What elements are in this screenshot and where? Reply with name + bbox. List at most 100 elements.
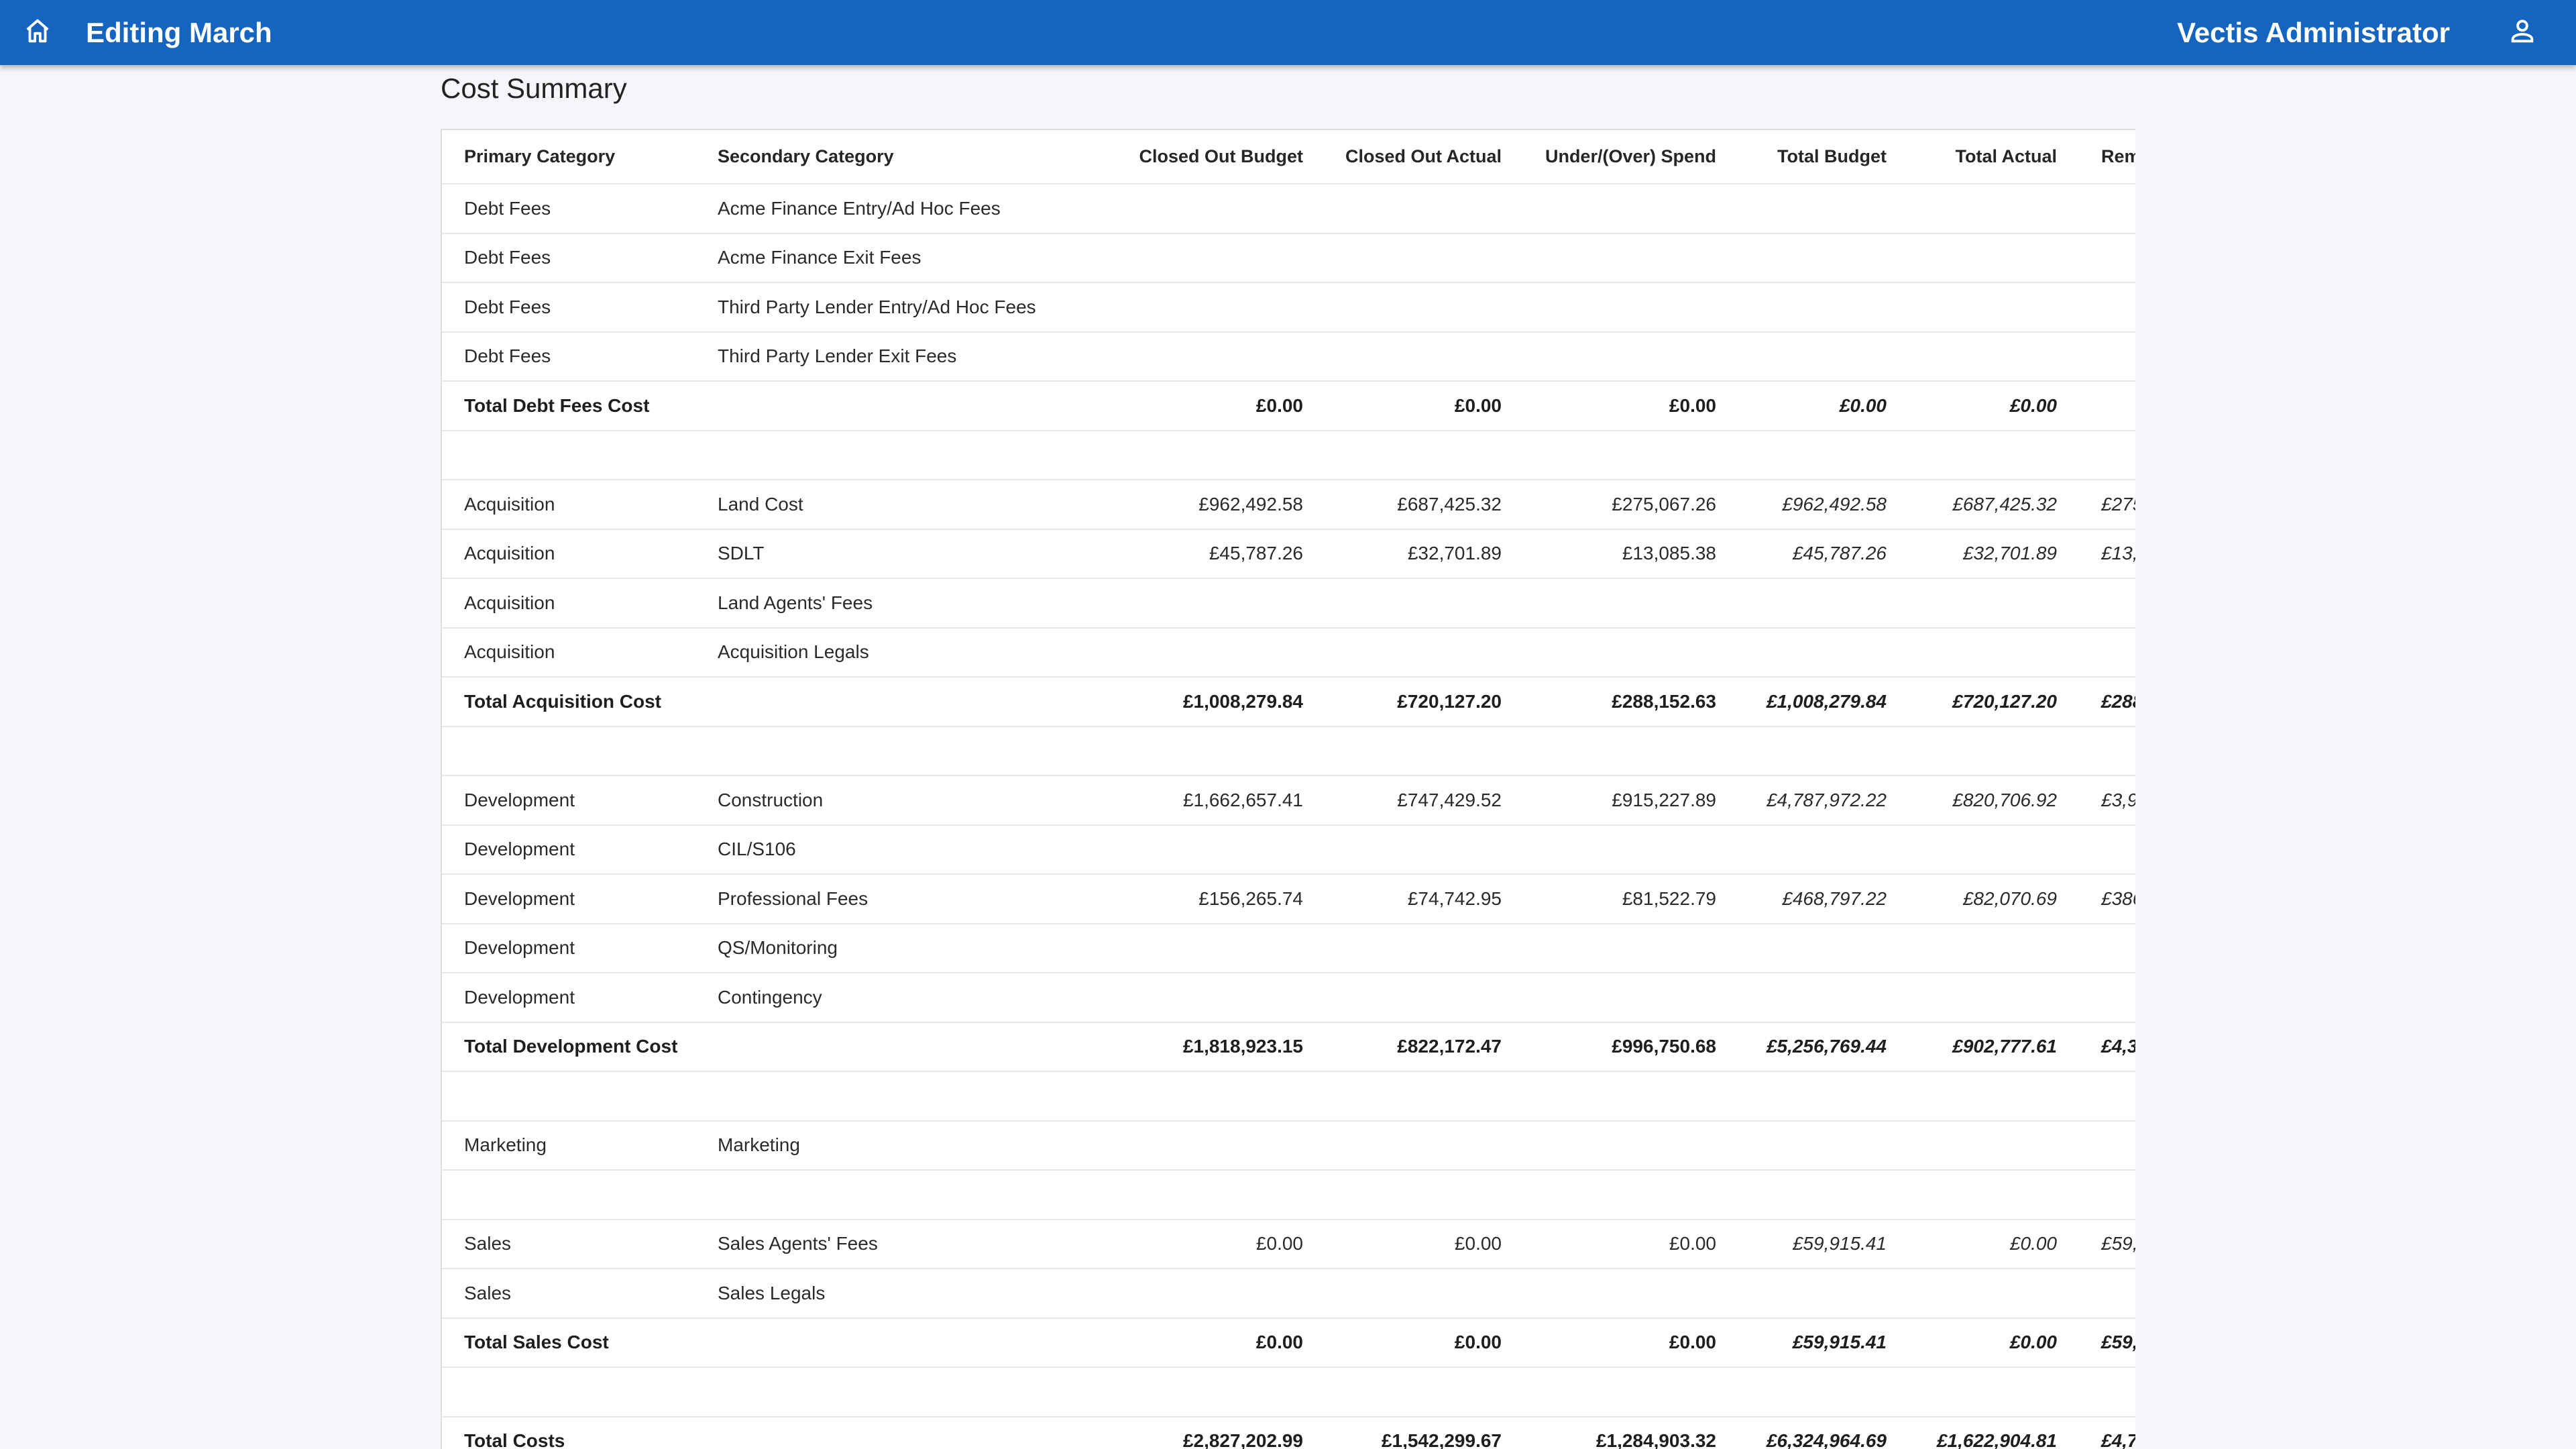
remaining-cell (2057, 331, 2135, 382)
primary-category-cell: Acquisition (442, 627, 695, 678)
total-actual-cell (1887, 923, 2057, 973)
column-header-closed-out-actual[interactable]: Closed Out Actual (1303, 130, 1502, 184)
under-over-spend-cell (1502, 1120, 1716, 1171)
secondary-category-cell (695, 430, 1066, 480)
total-actual-cell (1887, 627, 2057, 678)
secondary-category-cell (695, 1071, 1066, 1122)
total-actual-cell (1887, 973, 2057, 1023)
remaining-cell (2057, 973, 2135, 1023)
home-icon (22, 15, 53, 50)
secondary-category-cell: QS/Monitoring (695, 923, 1066, 973)
table-row: Acquisition Acquisition Legals (442, 627, 2135, 678)
total-actual-cell: £32,701.89 (1887, 529, 2057, 579)
total-budget-cell: £1,008,279.84 (1716, 677, 1887, 727)
secondary-category-cell: Land Agents' Fees (695, 578, 1066, 629)
table-total-row: Total Sales Cost £0.00 £0.00 £0.00 £59,915.4… (442, 1318, 2135, 1368)
total-actual-cell (1887, 1170, 2057, 1220)
closed-out-budget-cell (1066, 1367, 1303, 1417)
primary-category-cell (442, 430, 695, 480)
column-header-remaining[interactable]: Remaining (2057, 130, 2135, 184)
total-budget-cell: £59,915.41 (1716, 1318, 1887, 1368)
closed-out-budget-cell (1066, 578, 1303, 629)
cost-summary-table-card[interactable]: Primary Category Secondary Category Clos… (441, 129, 2135, 1449)
total-actual-cell: £687,425.32 (1887, 480, 2057, 530)
total-actual-cell (1887, 1071, 2057, 1122)
page-title: Editing March (86, 17, 272, 48)
total-budget-cell (1716, 331, 1887, 382)
secondary-category-cell (695, 1022, 1066, 1072)
secondary-category-cell: Professional Fees (695, 874, 1066, 924)
primary-category-cell: Acquisition (442, 578, 695, 629)
closed-out-actual-cell: £74,742.95 (1303, 874, 1502, 924)
cost-summary-table: Primary Category Secondary Category Clos… (442, 130, 2135, 1449)
closed-out-actual-cell: £720,127.20 (1303, 677, 1502, 727)
total-actual-cell (1887, 1269, 2057, 1319)
table-row: Acquisition Land Cost £962,492.58 £687,425.… (442, 480, 2135, 530)
closed-out-actual-cell: £0.00 (1303, 1219, 1502, 1269)
closed-out-actual-cell: £0.00 (1303, 1318, 1502, 1368)
remaining-cell: £59,9 (2057, 1219, 2135, 1269)
remaining-cell (2057, 430, 2135, 480)
remaining-cell (2057, 1170, 2135, 1220)
person-icon (2507, 15, 2538, 50)
closed-out-actual-cell (1303, 1071, 1502, 1122)
closed-out-actual-cell: £747,429.52 (1303, 775, 1502, 826)
closed-out-budget-cell (1066, 726, 1303, 776)
total-actual-cell (1887, 282, 2057, 333)
primary-category-cell (442, 1367, 695, 1417)
column-header-closed-out-budget[interactable]: Closed Out Budget (1066, 130, 1303, 184)
remaining-cell (2057, 1367, 2135, 1417)
table-total-row: Total Development Cost £1,818,923.15 £822,… (442, 1022, 2135, 1072)
account-button[interactable] (2504, 13, 2541, 51)
total-budget-cell (1716, 726, 1887, 776)
closed-out-budget-cell (1066, 1170, 1303, 1220)
closed-out-actual-cell: £687,425.32 (1303, 480, 1502, 530)
total-budget-cell: £0.00 (1716, 381, 1887, 431)
under-over-spend-cell: £275,067.26 (1502, 480, 1716, 530)
column-header-primary-category[interactable]: Primary Category (442, 130, 695, 184)
total-budget-cell: £6,324,964.69 (1716, 1416, 1887, 1449)
table-spacer-row (442, 1071, 2135, 1122)
under-over-spend-cell (1502, 627, 1716, 678)
primary-category-cell: Marketing (442, 1120, 695, 1171)
closed-out-actual-cell (1303, 282, 1502, 333)
table-row: Marketing Marketing (442, 1120, 2135, 1171)
closed-out-actual-cell (1303, 331, 1502, 382)
total-actual-cell: £720,127.20 (1887, 677, 2057, 727)
under-over-spend-cell (1502, 430, 1716, 480)
table-row: Development CIL/S106 (442, 824, 2135, 875)
table-total-row: Total Debt Fees Cost £0.00 £0.00 £0.00 £0.00… (442, 381, 2135, 431)
column-header-total-budget[interactable]: Total Budget (1716, 130, 1887, 184)
total-budget-cell (1716, 184, 1887, 234)
total-budget-cell: £4,787,972.22 (1716, 775, 1887, 826)
primary-category-cell: Total Development Cost (442, 1022, 695, 1072)
primary-category-cell: Debt Fees (442, 233, 695, 283)
under-over-spend-cell (1502, 1269, 1716, 1319)
remaining-cell: £288,1 (2057, 677, 2135, 727)
total-budget-cell (1716, 923, 1887, 973)
under-over-spend-cell: £0.00 (1502, 381, 1716, 431)
total-actual-cell (1887, 824, 2057, 875)
total-budget-cell (1716, 578, 1887, 629)
secondary-category-cell: Contingency (695, 973, 1066, 1023)
total-budget-cell (1716, 627, 1887, 678)
column-header-total-actual[interactable]: Total Actual (1887, 130, 2057, 184)
secondary-category-cell (695, 1367, 1066, 1417)
closed-out-actual-cell: £1,542,299.67 (1303, 1416, 1502, 1449)
remaining-cell (2057, 923, 2135, 973)
closed-out-actual-cell (1303, 1269, 1502, 1319)
home-button[interactable] (19, 13, 56, 51)
remaining-cell: £4,702,0 (2057, 1416, 2135, 1449)
table-row: Development Contingency (442, 973, 2135, 1023)
column-header-secondary-category[interactable]: Secondary Category (695, 130, 1066, 184)
total-actual-cell (1887, 184, 2057, 234)
table-total-row: Total Costs £2,827,202.99 £1,542,299.67 £1,… (442, 1416, 2135, 1449)
closed-out-budget-cell: £1,008,279.84 (1066, 677, 1303, 727)
total-actual-cell (1887, 1120, 2057, 1171)
total-actual-cell (1887, 726, 2057, 776)
total-actual-cell: £82,070.69 (1887, 874, 2057, 924)
remaining-cell (2057, 184, 2135, 234)
table-row: Development Construction £1,662,657.41 £747… (442, 775, 2135, 826)
primary-category-cell: Total Costs (442, 1416, 695, 1449)
column-header-under-over-spend[interactable]: Under/(Over) Spend (1502, 130, 1716, 184)
